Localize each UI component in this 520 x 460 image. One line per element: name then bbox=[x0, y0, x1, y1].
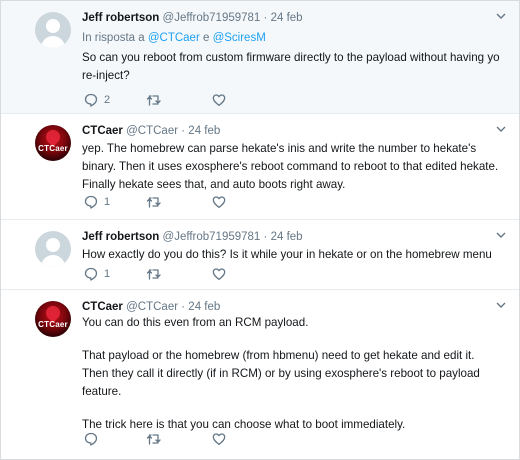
tweet-paragraph: yep. The homebrew can parse hekate's ini… bbox=[82, 142, 499, 191]
like-button[interactable] bbox=[212, 431, 226, 447]
retweet-icon bbox=[146, 197, 161, 208]
tweet-actions: 1 bbox=[82, 194, 382, 210]
author-handle[interactable]: @CTCaer bbox=[126, 301, 178, 313]
chevron-down-icon[interactable] bbox=[495, 229, 507, 241]
reply-count: 2 bbox=[104, 94, 111, 106]
author-handle[interactable]: @CTCaer bbox=[126, 125, 178, 137]
separator-dot: · bbox=[181, 125, 186, 137]
author-handle[interactable]: @Jeffrob71959781 bbox=[163, 12, 261, 24]
author-handle[interactable]: @Jeffrob71959781 bbox=[163, 231, 261, 243]
tweet-ctcaer-answer[interactable]: CTCaer CTCaer @CTCaer · 24 feb yep. The … bbox=[1, 114, 519, 220]
chevron-down-icon[interactable] bbox=[495, 10, 507, 22]
reply-context: In risposta a @CTCaer e @SciresM bbox=[82, 32, 266, 44]
mention-link[interactable]: @CTCaer bbox=[148, 32, 200, 44]
reply-icon bbox=[84, 195, 98, 209]
tweet-paragraph: You can do this even from an RCM payload… bbox=[82, 316, 309, 329]
retweet-button[interactable] bbox=[146, 194, 162, 210]
separator-dot: · bbox=[263, 231, 268, 243]
reply-icon bbox=[84, 432, 98, 446]
mention-link[interactable]: @SciresM bbox=[213, 32, 266, 44]
like-button[interactable] bbox=[212, 266, 226, 282]
tweet-paragraph: So can you reboot from custom firmware d… bbox=[82, 51, 500, 82]
timestamp[interactable]: 24 feb bbox=[188, 125, 220, 137]
reply-count: 1 bbox=[104, 268, 111, 280]
retweet-icon bbox=[146, 95, 161, 106]
tweet-paragraph: That payload or the homebrew (from hbmen… bbox=[82, 349, 480, 398]
timestamp[interactable]: 24 feb bbox=[271, 12, 303, 24]
avatar-logo-text: CTCaer bbox=[38, 320, 68, 329]
reply-button[interactable]: 2 bbox=[84, 92, 110, 108]
chevron-down-icon[interactable] bbox=[495, 123, 507, 135]
retweet-button[interactable] bbox=[146, 431, 162, 447]
tweet-header: Jeff robertson @Jeffrob71959781 · 24 feb bbox=[82, 12, 303, 24]
tweet-header: Jeff robertson @Jeffrob71959781 · 24 feb bbox=[82, 231, 303, 243]
like-button[interactable] bbox=[212, 194, 226, 210]
retweet-button[interactable] bbox=[146, 92, 162, 108]
reply-conjunction: e bbox=[199, 32, 213, 44]
retweet-button[interactable] bbox=[146, 266, 162, 282]
retweet-icon bbox=[146, 269, 161, 280]
author-name[interactable]: CTCaer bbox=[82, 125, 123, 137]
tweet-actions: 2 bbox=[82, 92, 382, 108]
like-button[interactable] bbox=[212, 92, 226, 108]
tweet-thread: Jeff robertson @Jeffrob71959781 · 24 feb… bbox=[0, 0, 520, 460]
tweet-header: CTCaer @CTCaer · 24 feb bbox=[82, 301, 220, 313]
tweet-jeff-question[interactable]: Jeff robertson @Jeffrob71959781 · 24 feb… bbox=[1, 1, 519, 114]
avatar[interactable] bbox=[35, 231, 71, 267]
tweet-actions: 1 bbox=[82, 266, 382, 282]
separator-dot: · bbox=[181, 301, 186, 313]
heart-icon bbox=[212, 94, 226, 106]
author-name[interactable]: Jeff robertson bbox=[82, 12, 159, 24]
avatar[interactable]: CTCaer bbox=[35, 125, 71, 161]
heart-icon bbox=[212, 196, 226, 208]
tweet-jeff-followup[interactable]: Jeff robertson @Jeffrob71959781 · 24 feb… bbox=[1, 220, 519, 290]
tweet-actions bbox=[82, 431, 382, 447]
chevron-down-icon[interactable] bbox=[495, 299, 507, 311]
reply-prefix: In risposta a bbox=[82, 32, 148, 44]
tweet-text: How exactly do you do this? Is it while … bbox=[82, 246, 512, 264]
reply-button[interactable]: 1 bbox=[84, 194, 110, 210]
author-name[interactable]: CTCaer bbox=[82, 301, 123, 313]
timestamp[interactable]: 24 feb bbox=[271, 231, 303, 243]
separator-dot: · bbox=[263, 12, 268, 24]
tweet-paragraph: How exactly do you do this? Is it while … bbox=[82, 248, 492, 261]
reply-icon bbox=[84, 267, 98, 281]
tweet-ctcaer-explanation[interactable]: CTCaer CTCaer @CTCaer · 24 feb You can d… bbox=[1, 290, 519, 459]
retweet-icon bbox=[146, 434, 161, 445]
author-name[interactable]: Jeff robertson bbox=[82, 231, 159, 243]
avatar[interactable] bbox=[35, 12, 71, 48]
tweet-header: CTCaer @CTCaer · 24 feb bbox=[82, 125, 220, 137]
reply-button[interactable] bbox=[84, 431, 98, 447]
tweet-text: yep. The homebrew can parse hekate's ini… bbox=[82, 140, 502, 194]
reply-count: 1 bbox=[104, 196, 111, 208]
timestamp[interactable]: 24 feb bbox=[188, 301, 220, 313]
heart-icon bbox=[212, 268, 226, 280]
reply-button[interactable]: 1 bbox=[84, 266, 110, 282]
avatar-logo-text: CTCaer bbox=[38, 144, 68, 153]
reply-icon bbox=[84, 93, 98, 107]
heart-icon bbox=[212, 433, 226, 445]
tweet-text: You can do this even from an RCM payload… bbox=[82, 314, 502, 434]
tweet-text: So can you reboot from custom firmware d… bbox=[82, 49, 502, 85]
avatar[interactable]: CTCaer bbox=[35, 301, 71, 337]
